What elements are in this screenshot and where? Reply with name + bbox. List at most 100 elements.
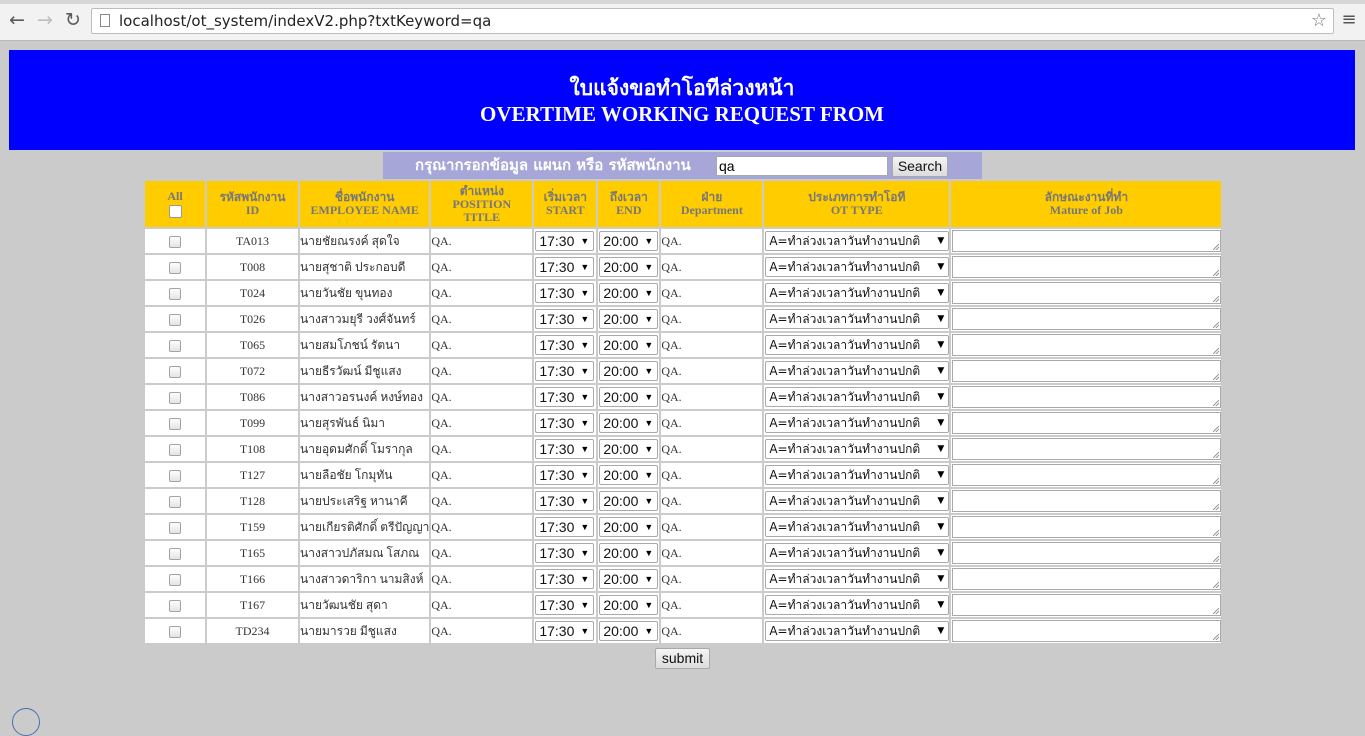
ot-type-select[interactable]: A=ทำล่วงเวลาวันทำงานปกติ ▼	[765, 335, 950, 355]
end-time-select[interactable]: 20:00 ▼	[599, 569, 659, 589]
end-time-select[interactable]: 20:00 ▼	[599, 621, 659, 641]
ot-type-select[interactable]: A=ทำล่วงเวลาวันทำงานปกติ ▼	[765, 465, 950, 485]
row-checkbox[interactable]	[169, 261, 181, 274]
job-description-textarea[interactable]	[952, 542, 1222, 564]
row-checkbox[interactable]	[169, 599, 181, 612]
row-checkbox[interactable]	[169, 391, 181, 404]
row-checkbox[interactable]	[169, 573, 181, 586]
arrow-right-icon[interactable]: →	[34, 9, 56, 31]
end-time-select[interactable]: 20:00 ▼	[599, 439, 659, 459]
ot-type-select[interactable]: A=ทำล่วงเวลาวันทำงานปกติ ▼	[765, 361, 950, 381]
employee-id: T165	[207, 541, 298, 565]
row-checkbox[interactable]	[169, 625, 181, 638]
ot-type-select[interactable]: A=ทำล่วงเวลาวันทำงานปกติ ▼	[765, 387, 950, 407]
submit-button[interactable]: submit	[655, 648, 710, 669]
end-time-select[interactable]: 20:00 ▼	[599, 257, 659, 277]
ot-type-select[interactable]: A=ทำล่วงเวลาวันทำงานปกติ ▼	[765, 569, 950, 589]
arrow-left-icon[interactable]: ←	[6, 9, 28, 31]
start-time-select[interactable]: 17:30 ▼	[535, 257, 595, 277]
ot-type-select[interactable]: A=ทำล่วงเวลาวันทำงานปกติ ▼	[765, 543, 950, 563]
job-description-textarea[interactable]	[952, 620, 1222, 642]
row-checkbox[interactable]	[169, 235, 181, 248]
job-description-textarea[interactable]	[952, 256, 1222, 278]
end-time-select[interactable]: 20:00 ▼	[599, 231, 659, 251]
row-checkbox[interactable]	[169, 495, 181, 508]
end-time-select[interactable]: 20:00 ▼	[599, 361, 659, 381]
ot-type-select[interactable]: A=ทำล่วงเวลาวันทำงานปกติ ▼	[765, 439, 950, 459]
start-time-select[interactable]: 17:30 ▼	[535, 413, 595, 433]
job-description-textarea[interactable]	[952, 412, 1222, 434]
start-time-select[interactable]: 17:30 ▼	[535, 231, 595, 251]
search-input[interactable]: qa	[716, 156, 888, 176]
ot-type-select[interactable]: A=ทำล่วงเวลาวันทำงานปกติ ▼	[765, 491, 950, 511]
job-description-textarea[interactable]	[952, 334, 1222, 356]
start-time-select[interactable]: 17:30 ▼	[535, 465, 595, 485]
end-time-select[interactable]: 20:00 ▼	[599, 335, 659, 355]
end-time-select[interactable]: 20:00 ▼	[599, 465, 659, 485]
start-time-select[interactable]: 17:30 ▼	[535, 309, 595, 329]
end-time-select[interactable]: 20:00 ▼	[599, 309, 659, 329]
start-time-select[interactable]: 17:30 ▼	[535, 361, 595, 381]
job-description-textarea[interactable]	[952, 568, 1222, 590]
start-time-select[interactable]: 17:30 ▼	[535, 335, 595, 355]
end-time-select[interactable]: 20:00 ▼	[599, 543, 659, 563]
ot-type-select[interactable]: A=ทำล่วงเวลาวันทำงานปกติ ▼	[765, 309, 950, 329]
ot-type-select[interactable]: A=ทำล่วงเวลาวันทำงานปกติ ▼	[765, 595, 950, 615]
search-button[interactable]: Search	[892, 156, 948, 177]
dropdown-arrow-icon: ▼	[580, 626, 590, 636]
job-description-textarea[interactable]	[952, 438, 1222, 460]
select-all-checkbox[interactable]	[168, 205, 182, 218]
table-row: T108 นายอุดมศักดิ์ โมรากุล QA. 17:30 ▼ 20:00 ▼…	[145, 437, 1222, 461]
start-time-select[interactable]: 17:30 ▼	[535, 387, 595, 407]
row-checkbox[interactable]	[169, 469, 181, 482]
start-time-select[interactable]: 17:30 ▼	[535, 595, 595, 615]
row-checkbox[interactable]	[169, 339, 181, 352]
row-checkbox[interactable]	[169, 521, 181, 534]
job-description-textarea[interactable]	[952, 230, 1222, 252]
hamburger-menu-icon[interactable]: ≡	[1339, 10, 1359, 30]
job-description-textarea[interactable]	[952, 516, 1222, 538]
job-description-textarea[interactable]	[952, 360, 1222, 382]
job-description-textarea[interactable]	[952, 464, 1222, 486]
start-time-select[interactable]: 17:30 ▼	[535, 491, 595, 511]
star-icon[interactable]: ☆	[1311, 10, 1327, 31]
row-checkbox[interactable]	[169, 287, 181, 300]
end-cell: 20:00 ▼	[598, 489, 660, 513]
ot-type-select[interactable]: A=ทำล่วงเวลาวันทำงานปกติ ▼	[765, 257, 950, 277]
end-time-select[interactable]: 20:00 ▼	[599, 413, 659, 433]
end-cell: 20:00 ▼	[598, 437, 660, 461]
row-checkbox[interactable]	[169, 365, 181, 378]
job-description-textarea[interactable]	[952, 282, 1222, 304]
end-time-select[interactable]: 20:00 ▼	[599, 283, 659, 303]
row-checkbox[interactable]	[169, 443, 181, 456]
job-description-textarea[interactable]	[952, 308, 1222, 330]
start-time-select[interactable]: 17:30 ▼	[535, 569, 595, 589]
ot-type-select[interactable]: A=ทำล่วงเวลาวันทำงานปกติ ▼	[765, 231, 950, 251]
start-time-select[interactable]: 17:30 ▼	[535, 283, 595, 303]
employee-name: นายวันชัย ขุนทอง	[300, 281, 430, 305]
ot-type-select[interactable]: A=ทำล่วงเวลาวันทำงานปกติ ▼	[765, 413, 950, 433]
job-description-textarea[interactable]	[952, 386, 1222, 408]
reload-icon[interactable]: ↻	[62, 9, 84, 31]
ot-type-select[interactable]: A=ทำล่วงเวลาวันทำงานปกติ ▼	[765, 621, 950, 641]
start-time-select[interactable]: 17:30 ▼	[535, 543, 595, 563]
end-time-select[interactable]: 20:00 ▼	[599, 517, 659, 537]
dropdown-arrow-icon: ▼	[937, 418, 945, 428]
job-description-textarea[interactable]	[952, 594, 1222, 616]
dropdown-arrow-icon: ▼	[580, 366, 590, 376]
end-time-select[interactable]: 20:00 ▼	[599, 387, 659, 407]
start-time-select[interactable]: 17:30 ▼	[535, 517, 595, 537]
url-text[interactable]: localhost/ot_system/indexV2.php?txtKeywo…	[119, 11, 491, 31]
end-time-select[interactable]: 20:00 ▼	[599, 491, 659, 511]
row-checkbox[interactable]	[169, 547, 181, 560]
address-bar[interactable]: localhost/ot_system/indexV2.php?txtKeywo…	[91, 8, 1334, 34]
start-time-select[interactable]: 17:30 ▼	[535, 621, 595, 641]
ot-type-select[interactable]: A=ทำล่วงเวลาวันทำงานปกติ ▼	[765, 283, 950, 303]
row-checkbox[interactable]	[169, 417, 181, 430]
row-checkbox[interactable]	[169, 313, 181, 326]
header-job-th: ลักษณะงานที่ทำ	[1044, 190, 1129, 204]
ot-type-select[interactable]: A=ทำล่วงเวลาวันทำงานปกติ ▼	[765, 517, 950, 537]
end-time-select[interactable]: 20:00 ▼	[599, 595, 659, 615]
job-description-textarea[interactable]	[952, 490, 1222, 512]
start-time-select[interactable]: 17:30 ▼	[535, 439, 595, 459]
